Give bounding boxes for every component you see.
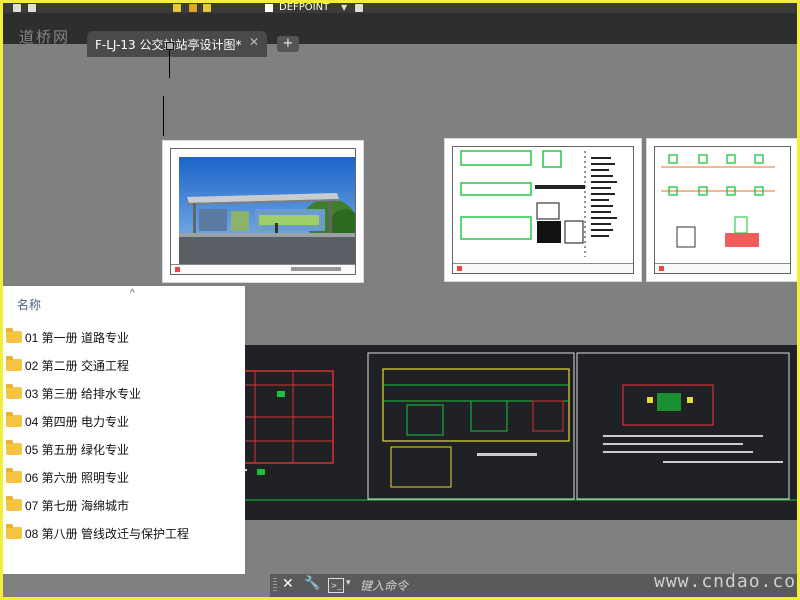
red-marker [457,266,462,271]
lightbulb-icon[interactable] [173,4,181,12]
red-marker [659,266,664,271]
document-tab-bar: 道桥网 F-LJ-13 公交站站亭设计图* ✕ + [3,13,797,57]
file-explorer-panel: ^ 名称 01 第一册 道路专业 02 第二册 交通工程 03 第三册 给排水专… [3,286,245,574]
folder-item[interactable]: 06 第六册 照明专业 [3,466,245,488]
sheet-structure[interactable] [646,138,799,282]
folder-label: 02 第二册 交通工程 [25,359,130,373]
title-block [453,263,633,273]
cad-dark-drawings [187,352,797,501]
chevron-down-icon[interactable]: ▼ [341,3,347,13]
quick-access-toolbar: DEFPOINT ▼ [3,3,797,13]
command-input[interactable] [358,576,632,596]
toolbar-icon[interactable] [28,4,36,12]
close-icon[interactable]: ✕ [249,35,259,49]
folder-icon [6,412,22,427]
chevron-down-icon[interactable]: ▾ [346,578,351,588]
sheet-photo[interactable] [162,140,364,283]
sheet-plan[interactable] [444,138,642,282]
folder-item[interactable]: 05 第五册 绿化专业 [3,438,245,460]
folder-label: 07 第七册 海绵城市 [25,499,130,513]
folder-label: 04 第四册 电力专业 [25,415,130,429]
layer-color-swatch [265,4,273,12]
folder-icon [6,356,22,371]
bus-shelter-photo [179,157,355,267]
command-prompt-icon[interactable]: >_ [328,578,344,593]
folder-item[interactable]: 07 第七册 海绵城市 [3,494,245,516]
plan-drawing [460,150,617,257]
folder-item[interactable]: 03 第三册 给排水专业 [3,382,245,404]
structure-drawing [661,154,775,248]
drawing-line [163,96,164,136]
folder-icon [6,328,22,343]
close-icon[interactable]: ✕ [282,576,294,592]
drag-handle-icon[interactable] [273,578,277,593]
folder-label: 03 第三册 给排水专业 [25,387,142,401]
tab-drawing[interactable]: F-LJ-13 公交站站亭设计图* ✕ [87,31,267,57]
folder-item[interactable]: 04 第四册 电力专业 [3,410,245,432]
folder-icon [6,468,22,483]
folder-item[interactable]: 02 第二册 交通工程 [3,354,245,376]
cad-dark-viewport[interactable] [187,345,797,520]
folder-icon [6,524,22,539]
name-column-header[interactable]: 名称 [17,296,41,313]
red-marker [175,267,180,272]
lock-icon[interactable] [203,4,211,12]
folder-icon [6,440,22,455]
layer-name: DEFPOINT [279,3,330,13]
folder-label: 01 第一册 道路专业 [25,331,130,345]
folder-label: 08 第八册 管线改迁与保护工程 [25,527,190,541]
folder-item[interactable]: 08 第八册 管线改迁与保护工程 [3,522,245,544]
wrench-icon[interactable]: 🔧 [304,576,320,591]
crosshair-cursor-icon [166,42,174,50]
layer-props-icon[interactable] [355,4,363,12]
site-watermark: www.cndao.com [654,571,800,592]
new-tab-button[interactable]: + [277,36,299,52]
title-block [655,263,790,273]
layer-dropdown[interactable]: DEFPOINT [265,3,349,13]
folder-icon [6,384,22,399]
sort-indicator[interactable]: ^ [130,288,135,299]
title-block [171,264,355,274]
sun-icon[interactable] [189,4,197,12]
folder-icon [6,496,22,511]
folder-label: 05 第五册 绿化专业 [25,443,130,457]
folder-label: 06 第六册 照明专业 [25,471,130,485]
logo-watermark: 道桥网 [19,28,71,46]
toolbar-icon[interactable] [13,4,21,12]
folder-item[interactable]: 01 第一册 道路专业 [3,326,245,348]
